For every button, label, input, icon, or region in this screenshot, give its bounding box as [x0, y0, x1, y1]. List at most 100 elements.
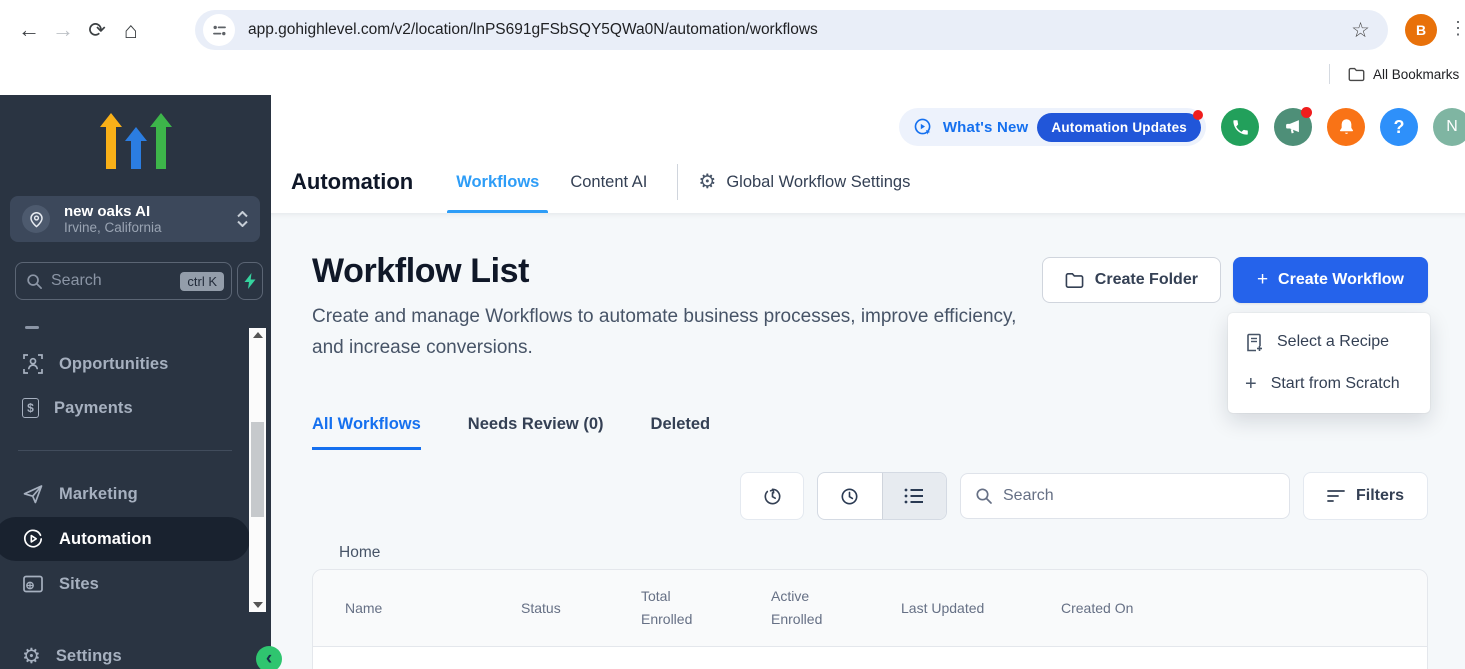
search-icon	[26, 273, 43, 290]
browser-reload-icon[interactable]: ⟳	[80, 18, 114, 43]
sidebar: new oaks AI Irvine, California ctrl K	[0, 95, 271, 669]
help-button[interactable]: ?	[1380, 108, 1418, 146]
search-shortcut-badge: ctrl K	[180, 272, 224, 291]
recent-view-button[interactable]	[818, 473, 882, 519]
clock-icon	[838, 485, 861, 508]
notifications-button[interactable]	[1327, 108, 1365, 146]
browser-forward-icon[interactable]: →	[46, 17, 80, 43]
menu-item-select-recipe[interactable]: Select a Recipe	[1228, 321, 1430, 363]
opportunities-icon	[22, 353, 44, 375]
bookmarks-divider	[1329, 64, 1330, 84]
account-switcher[interactable]: new oaks AI Irvine, California	[10, 196, 260, 242]
workflow-filter-tabs: All Workflows Needs Review (0) Deleted	[312, 415, 710, 450]
bookmarks-bar: All Bookmarks	[0, 60, 1465, 95]
workflow-table: Name Status Total Enrolled Active Enroll…	[312, 569, 1428, 669]
global-workflow-settings-link[interactable]: ⚙ Global Workflow Settings	[698, 172, 910, 192]
bookmark-star-icon[interactable]: ☆	[1351, 18, 1370, 43]
megaphone-icon	[1283, 117, 1303, 137]
sidebar-item-label: Sites	[59, 575, 99, 594]
account-location: Irvine, California	[64, 220, 237, 236]
address-bar[interactable]: app.gohighlevel.com/v2/location/lnPS691g…	[195, 10, 1388, 50]
breadcrumb[interactable]: Home	[339, 544, 380, 562]
sidebar-search[interactable]: ctrl K	[15, 262, 232, 300]
account-chevrons-icon	[237, 211, 248, 227]
sidebar-item-opportunities[interactable]: Opportunities	[0, 342, 271, 386]
history-icon	[761, 485, 784, 508]
filter-icon	[1327, 489, 1345, 503]
sidebar-item-automation[interactable]: Automation	[0, 517, 250, 561]
create-workflow-dropdown: Select a Recipe + Start from Scratch	[1228, 313, 1430, 413]
tab-deleted[interactable]: Deleted	[651, 415, 711, 450]
sidebar-collapse-button[interactable]: ‹	[256, 646, 282, 669]
site-info-icon[interactable]	[203, 14, 235, 46]
sidebar-item-label: Opportunities	[59, 355, 168, 374]
list-view-button[interactable]	[882, 473, 947, 519]
plus-icon: +	[1245, 373, 1257, 396]
announcements-button[interactable]	[1274, 108, 1312, 146]
notification-dot	[1193, 110, 1203, 120]
tab-needs-review[interactable]: Needs Review (0)	[468, 415, 604, 450]
view-toggle	[817, 472, 947, 520]
folder-icon	[1348, 67, 1365, 82]
sidebar-item-payments[interactable]: $ Payments	[0, 386, 271, 430]
tab-all-workflows[interactable]: All Workflows	[312, 415, 421, 450]
page-title: Automation	[291, 169, 413, 195]
automation-icon	[22, 528, 44, 550]
sidebar-item-label: Payments	[54, 399, 133, 418]
scroll-up-arrow[interactable]	[249, 328, 266, 342]
scroll-down-arrow[interactable]	[249, 598, 266, 612]
browser-toolbar: ← → ⟳ ⌂ app.gohighlevel.com/v2/location/…	[0, 0, 1465, 60]
workflow-list-section: Workflow List Create and manage Workflow…	[271, 213, 1465, 669]
workflow-search-input[interactable]	[1003, 487, 1275, 505]
phone-icon	[1231, 118, 1250, 137]
whats-new-play-icon	[913, 117, 934, 138]
tabs-divider	[677, 164, 678, 200]
sidebar-item-marketing[interactable]: Marketing	[0, 472, 271, 516]
gohighlevel-logo	[0, 111, 271, 175]
column-header-last-updated: Last Updated	[901, 597, 1061, 620]
browser-menu-icon[interactable]: ⋮	[1449, 18, 1465, 39]
section-description: Create and manage Workflows to automate …	[312, 301, 1022, 363]
whats-new-pill[interactable]: What's New Automation Updates	[899, 108, 1206, 146]
sidebar-item-label: Settings	[56, 647, 122, 666]
table-header-row: Name Status Total Enrolled Active Enroll…	[313, 570, 1427, 647]
browser-home-icon[interactable]: ⌂	[114, 17, 148, 44]
column-header-created-on: Created On	[1061, 597, 1427, 620]
all-bookmarks-label[interactable]: All Bookmarks	[1373, 67, 1465, 82]
location-pin-icon	[22, 205, 50, 233]
automation-updates-badge[interactable]: Automation Updates	[1037, 113, 1201, 142]
workflow-search[interactable]	[960, 473, 1290, 519]
create-folder-button[interactable]: Create Folder	[1042, 257, 1221, 303]
lightning-bolt-icon	[244, 273, 256, 289]
whats-new-label: What's New	[943, 119, 1029, 136]
browser-profile-avatar[interactable]: B	[1405, 14, 1437, 46]
list-toolbar: Filters	[271, 472, 1428, 520]
sidebar-divider	[18, 450, 232, 451]
column-header-name: Name	[345, 597, 521, 620]
sidebar-search-input[interactable]	[51, 272, 180, 290]
create-workflow-button[interactable]: + Create Workflow	[1233, 257, 1428, 303]
bell-icon	[1337, 117, 1356, 137]
sidebar-item-label: Automation	[59, 530, 152, 549]
quick-actions-button[interactable]	[237, 262, 263, 300]
scrolled-menu-item-fragment	[25, 326, 39, 329]
page-header: What's New Automation Updates	[271, 95, 1465, 213]
tab-workflows[interactable]: Workflows	[447, 151, 548, 213]
notification-dot	[1301, 107, 1312, 118]
url-text[interactable]: app.gohighlevel.com/v2/location/lnPS691g…	[248, 21, 1351, 39]
tab-content-ai[interactable]: Content AI	[561, 151, 656, 213]
section-title: Workflow List	[312, 249, 1022, 293]
history-button[interactable]	[740, 472, 804, 520]
browser-back-icon[interactable]: ←	[12, 17, 46, 43]
filters-button[interactable]: Filters	[1303, 472, 1428, 520]
sidebar-scrollbar[interactable]	[249, 328, 266, 612]
sidebar-item-sites[interactable]: Sites	[0, 562, 271, 606]
phone-button[interactable]	[1221, 108, 1259, 146]
menu-item-start-from-scratch[interactable]: + Start from Scratch	[1228, 363, 1430, 405]
folder-icon	[1065, 272, 1084, 289]
scrollbar-thumb[interactable]	[251, 422, 264, 517]
column-header-total-enrolled: Total Enrolled	[641, 585, 771, 631]
sidebar-item-settings[interactable]: ⚙ Settings	[0, 634, 271, 669]
user-avatar[interactable]: N	[1433, 108, 1465, 146]
sites-icon	[22, 573, 44, 595]
